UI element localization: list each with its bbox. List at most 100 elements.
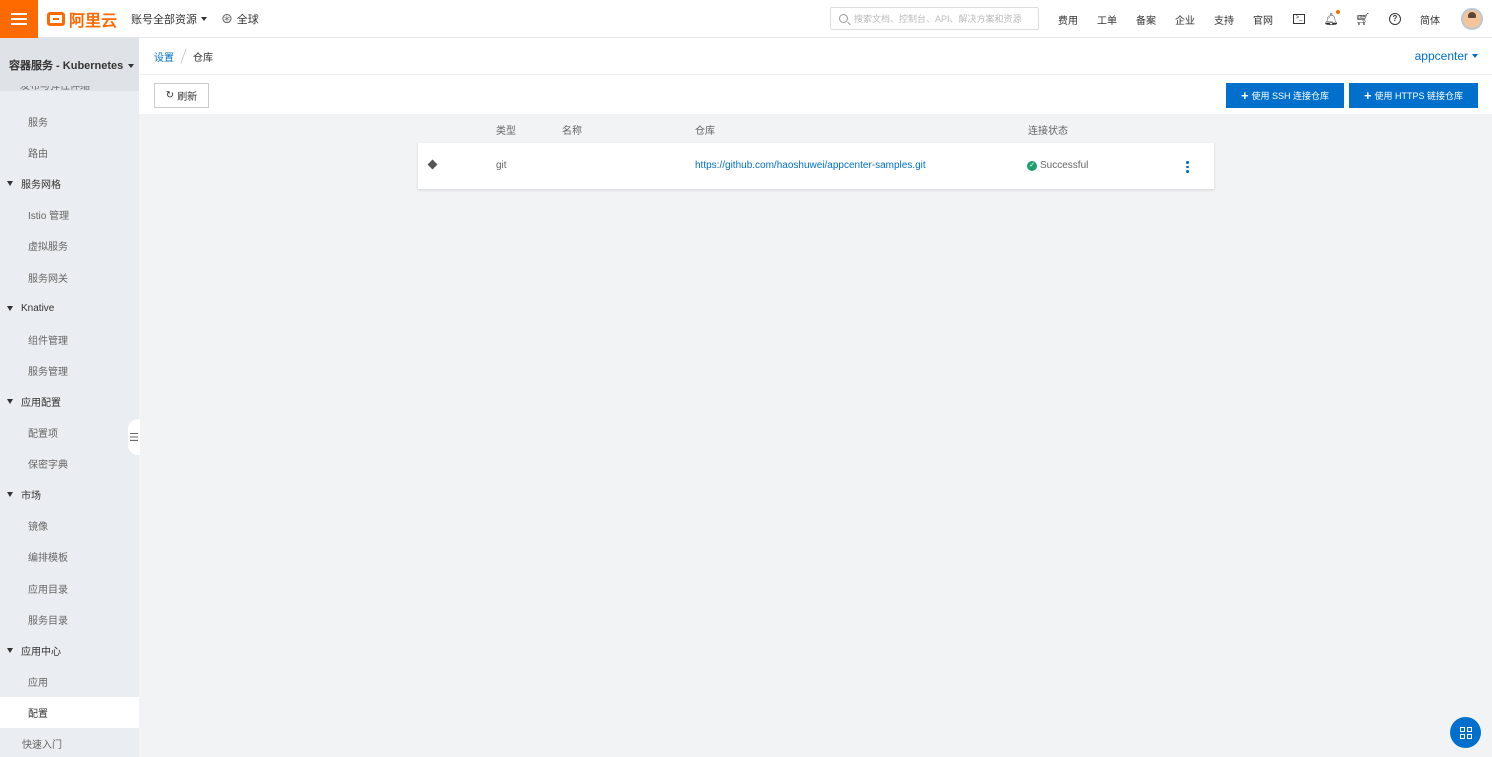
more-actions-icon[interactable] [1186, 161, 1190, 173]
breadcrumb: 设置 仓库 appcenter [139, 38, 1492, 75]
sidebar-item-label: 应用 [28, 678, 48, 689]
sidebar-item-label: 虚拟服务 [28, 242, 68, 253]
sidebar-item[interactable]: 服务网格 [0, 168, 139, 199]
status-label: Successful [1040, 160, 1089, 171]
refresh-button[interactable]: ↻ 刷新 [154, 83, 209, 108]
chevron-down-icon [1472, 54, 1478, 58]
sidebar-item-label: 路由 [28, 149, 48, 160]
column-header-repo: 仓库 [695, 126, 715, 137]
search-icon [839, 14, 848, 23]
top-navigation-bar: 阿里云 账号全部资源 ⊛ 全球 搜索文档、控制台、API、解决方案和资源 费用 … [0, 0, 1492, 38]
search-input[interactable]: 搜索文档、控制台、API、解决方案和资源 [830, 7, 1039, 30]
connect-ssh-label: 使用 SSH 连接仓库 [1251, 91, 1330, 101]
sidebar-item[interactable]: 组件管理 [0, 324, 139, 355]
status-badge: ✓ Successful [1027, 160, 1088, 171]
sidebar-item[interactable]: 应用目录 [0, 573, 139, 604]
breadcrumb-settings-link[interactable]: 设置 [154, 49, 174, 64]
sidebar-item[interactable]: 应用中心 [0, 635, 139, 666]
sidebar-product-title[interactable]: 容器服务 - Kubernetes [0, 38, 139, 91]
sidebar-item[interactable]: 应用配置 [0, 386, 139, 417]
repo-url-link[interactable]: https://github.com/haoshuwei/appcenter-s… [695, 160, 926, 171]
plus-icon: + [1240, 88, 1249, 103]
collapse-list-icon: ☰ [129, 431, 139, 444]
git-icon [427, 159, 438, 170]
sidebar-item[interactable]: 编排模板 [0, 541, 139, 572]
sidebar-item-label: 应用目录 [28, 585, 68, 596]
nav-link-tickets[interactable]: 工单 [1097, 12, 1117, 27]
connect-https-label: 使用 HTTPS 链接仓库 [1374, 91, 1464, 101]
region-label: 全球 [236, 13, 259, 26]
sidebar-item-label: 服务网关 [28, 274, 68, 285]
sidebar-item[interactable]: 保密字典 [0, 448, 139, 479]
sidebar-item-label: 保密字典 [28, 460, 68, 471]
sidebar-item-label: 快速入门 [22, 740, 62, 751]
triangle-down-icon [7, 306, 13, 311]
connect-https-repo-button[interactable]: + 使用 HTTPS 链接仓库 [1349, 83, 1478, 108]
hamburger-menu-icon[interactable] [0, 0, 38, 38]
account-resources-dropdown[interactable]: 账号全部资源 [131, 11, 208, 27]
search-placeholder: 搜索文档、控制台、API、解决方案和资源 [854, 14, 1022, 24]
sidebar-item[interactable]: 快速入门 [0, 728, 139, 757]
cart-icon[interactable]: 🛒︎ [1355, 12, 1370, 26]
globe-icon: ⊛ [221, 10, 233, 26]
sidebar: 容器服务 - Kubernetes 发布与弹性伸缩 服务路由服务网格 Istio … [0, 38, 140, 757]
sidebar-item[interactable]: 服务管理 [0, 355, 139, 386]
region-selector[interactable]: ⊛ 全球 [221, 10, 259, 27]
bell-icon[interactable]: 🔔︎ [1323, 10, 1340, 26]
sidebar-item-label: 配置项 [28, 429, 58, 440]
column-header-type: 类型 [496, 126, 516, 137]
aliyun-logo[interactable]: 阿里云 [47, 7, 117, 31]
sidebar-item-label: 镜像 [28, 522, 48, 533]
sidebar-item-label: 编排模板 [28, 553, 68, 564]
nav-link-support[interactable]: 支持 [1214, 12, 1234, 27]
nav-link-official-site[interactable]: 官网 [1253, 12, 1273, 27]
sidebar-item-label: 服务管理 [28, 367, 68, 378]
sidebar-item-label: 市场 [21, 491, 41, 502]
connect-ssh-repo-button[interactable]: + 使用 SSH 连接仓库 [1226, 83, 1344, 108]
sidebar-item[interactable]: Istio 管理 [0, 199, 139, 230]
nav-link-billing[interactable]: 费用 [1058, 12, 1078, 27]
sidebar-item[interactable]: 服务 [0, 106, 139, 137]
sidebar-item-label: 应用中心 [21, 647, 61, 658]
column-header-status: 连接状态 [1028, 126, 1068, 137]
chevron-down-icon [201, 16, 208, 21]
triangle-down-icon [7, 181, 13, 186]
triangle-down-icon [7, 648, 13, 653]
namespace-label: appcenter [1414, 49, 1468, 63]
language-switch[interactable]: 简体 [1420, 12, 1440, 27]
breadcrumb-separator [180, 48, 187, 64]
nav-link-enterprise[interactable]: 企业 [1175, 12, 1195, 27]
namespace-selector[interactable]: appcenter [1415, 49, 1478, 63]
cloud-shell-icon[interactable]: >_ [1292, 12, 1306, 26]
sidebar-item-label: 服务网格 [21, 180, 61, 191]
sidebar-item-label: 服务目录 [28, 616, 68, 627]
sidebar-item[interactable]: 应用 [0, 666, 139, 697]
sidebar-item-label: 服务 [28, 118, 48, 129]
sidebar-item[interactable]: 市场 [0, 479, 139, 510]
toolbar: ↻ 刷新 + 使用 SSH 连接仓库 + 使用 HTTPS 链接仓库 [139, 75, 1492, 114]
sidebar-item-label: Istio 管理 [28, 211, 70, 222]
account-resources-label: 账号全部资源 [131, 13, 198, 26]
user-avatar[interactable] [1461, 8, 1483, 30]
triangle-down-icon [7, 399, 13, 404]
sidebar-item[interactable]: 配置 [0, 697, 139, 728]
sidebar-item[interactable]: 服务网关 [0, 262, 139, 293]
sidebar-item[interactable]: 服务目录 [0, 604, 139, 635]
sidebar-collapse-toggle[interactable]: ☰ [128, 419, 140, 455]
chevron-down-icon [128, 63, 135, 68]
nav-link-icp[interactable]: 备案 [1136, 12, 1156, 27]
triangle-down-icon [7, 492, 13, 497]
sidebar-item[interactable]: 配置项 [0, 417, 139, 448]
sidebar-item-partial[interactable]: 发布与弹性伸缩 [20, 86, 90, 94]
repo-type: git [496, 160, 507, 171]
sidebar-item[interactable]: Knative [0, 293, 139, 324]
sidebar-item[interactable]: 路由 [0, 137, 139, 168]
refresh-icon: ↻ [165, 90, 175, 101]
sidebar-item[interactable]: 虚拟服务 [0, 230, 139, 261]
notification-dot [1336, 10, 1340, 14]
sidebar-item[interactable]: 镜像 [0, 510, 139, 541]
product-title-label: 容器服务 - Kubernetes [9, 59, 124, 72]
sidebar-item-label: Knative [21, 303, 55, 314]
help-icon[interactable]: ? [1388, 12, 1402, 26]
apps-grid-button[interactable] [1450, 717, 1481, 748]
